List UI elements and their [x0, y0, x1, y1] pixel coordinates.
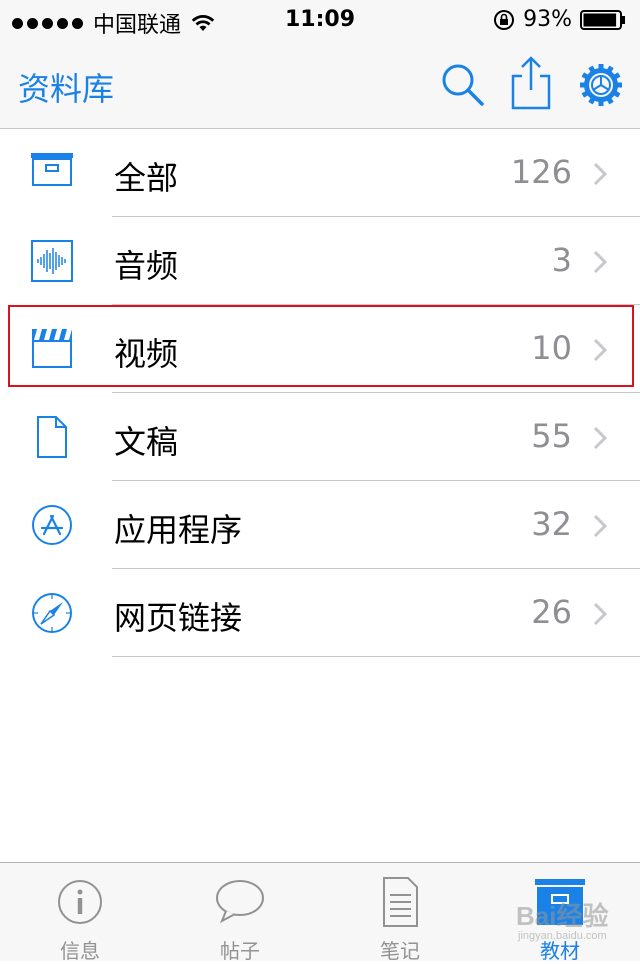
- row-divider: [112, 656, 640, 657]
- chevron-right-icon: [593, 514, 608, 538]
- list-item-count: 10: [531, 329, 572, 367]
- list-item-all[interactable]: 全部 126: [0, 129, 640, 217]
- tab-bar: 信息 帖子 笔记 教材: [0, 862, 640, 963]
- battery-percent: 93%: [523, 7, 572, 32]
- chevron-right-icon: [593, 250, 608, 274]
- list-item-label: 应用程序: [114, 511, 243, 549]
- list-item-count: 26: [531, 593, 572, 631]
- gear-icon: [580, 64, 622, 106]
- search-icon: [442, 64, 484, 106]
- chevron-right-icon: [593, 602, 608, 626]
- tab-library[interactable]: 教材: [480, 863, 640, 963]
- status-bar: 中国联通 11:09 93%: [0, 0, 640, 40]
- speech-bubble-icon: [216, 880, 264, 924]
- library-list: 全部 126 音频 3 视频 10 文稿 55 应用程序 32 网页链接 26: [0, 129, 640, 657]
- search-button[interactable]: [440, 62, 486, 108]
- list-item-count: 32: [531, 505, 572, 543]
- list-item-label: 网页链接: [114, 599, 243, 637]
- page-title: 资料库: [18, 70, 115, 108]
- rotation-lock-icon: [494, 9, 515, 30]
- list-item-audio[interactable]: 音频 3: [0, 217, 640, 305]
- battery-icon: [580, 9, 625, 30]
- list-item-apps[interactable]: 应用程序 32: [0, 481, 640, 569]
- settings-button[interactable]: [578, 62, 624, 108]
- library-box-icon: [535, 879, 585, 925]
- list-item-count: 55: [531, 417, 572, 455]
- app-store-icon: [32, 505, 72, 545]
- list-item-documents[interactable]: 文稿 55: [0, 393, 640, 481]
- archive-box-icon: [31, 153, 73, 186]
- share-button[interactable]: [508, 54, 554, 110]
- tab-info[interactable]: 信息: [0, 863, 160, 963]
- chevron-right-icon: [593, 338, 608, 362]
- nav-bar: 资料库: [0, 40, 640, 129]
- chevron-right-icon: [593, 162, 608, 186]
- waveform-icon: [31, 240, 73, 282]
- list-item-label: 文稿: [114, 423, 179, 461]
- status-right: 93%: [493, 7, 626, 32]
- list-item-count: 126: [510, 153, 572, 191]
- tab-posts[interactable]: 帖子: [160, 863, 320, 963]
- note-icon: [383, 877, 418, 927]
- list-item-label: 音频: [114, 247, 179, 285]
- list-item-web-links[interactable]: 网页链接 26: [0, 569, 640, 657]
- list-item-label: 全部: [114, 159, 179, 197]
- share-icon: [511, 56, 551, 110]
- tab-notes[interactable]: 笔记: [320, 863, 480, 963]
- compass-icon: [32, 593, 72, 633]
- chevron-right-icon: [593, 426, 608, 450]
- document-icon: [37, 416, 67, 458]
- list-item-video[interactable]: 视频 10: [0, 305, 640, 393]
- list-item-label: 视频: [114, 335, 179, 373]
- list-item-count: 3: [551, 241, 572, 279]
- clapperboard-icon: [32, 329, 72, 368]
- info-icon: [58, 880, 102, 924]
